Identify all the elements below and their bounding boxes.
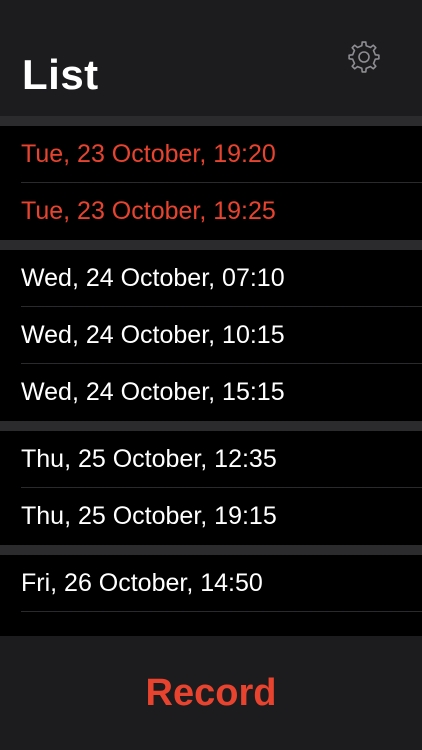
list-item-label: Wed, 24 October, 10:15: [21, 321, 285, 349]
gear-icon: [348, 41, 380, 73]
reminder-list: Tue, 23 October, 19:20 Tue, 23 October, …: [0, 116, 422, 636]
list-item[interactable]: Tue, 23 October, 19:25: [0, 183, 422, 240]
page-title: List: [22, 51, 99, 98]
list-item[interactable]: Tue, 23 October, 19:20: [0, 126, 422, 183]
list-item-label: Tue, 23 October, 19:20: [21, 140, 276, 168]
list-item[interactable]: Fri, 26 October, 14:50: [0, 555, 422, 612]
group-separator: [0, 240, 422, 250]
list-item-label: Thu, 25 October, 19:15: [21, 502, 277, 530]
bottom-bar: Record: [0, 636, 422, 750]
header-bar: List: [0, 0, 422, 116]
list-item-label: Tue, 23 October, 19:25: [21, 197, 276, 225]
group-separator: [0, 545, 422, 555]
list-item[interactable]: Thu, 25 October, 12:35: [0, 431, 422, 488]
list-item-label: Thu, 25 October, 12:35: [21, 445, 277, 473]
list-item[interactable]: Wed, 24 October, 10:15: [0, 307, 422, 364]
list-item-label: Wed, 24 October, 07:10: [21, 264, 285, 292]
list-item-label: Wed, 24 October, 15:15: [21, 378, 285, 406]
record-button[interactable]: Record: [146, 672, 277, 715]
settings-button[interactable]: [344, 37, 384, 77]
list-item[interactable]: Wed, 24 October, 07:10: [0, 250, 422, 307]
list-item[interactable]: Thu, 25 October, 19:15: [0, 488, 422, 545]
list-item[interactable]: Wed, 24 October, 15:15: [0, 364, 422, 421]
group-separator: [0, 116, 422, 126]
group-separator: [0, 421, 422, 431]
list-item-label: Fri, 26 October, 14:50: [21, 569, 263, 597]
